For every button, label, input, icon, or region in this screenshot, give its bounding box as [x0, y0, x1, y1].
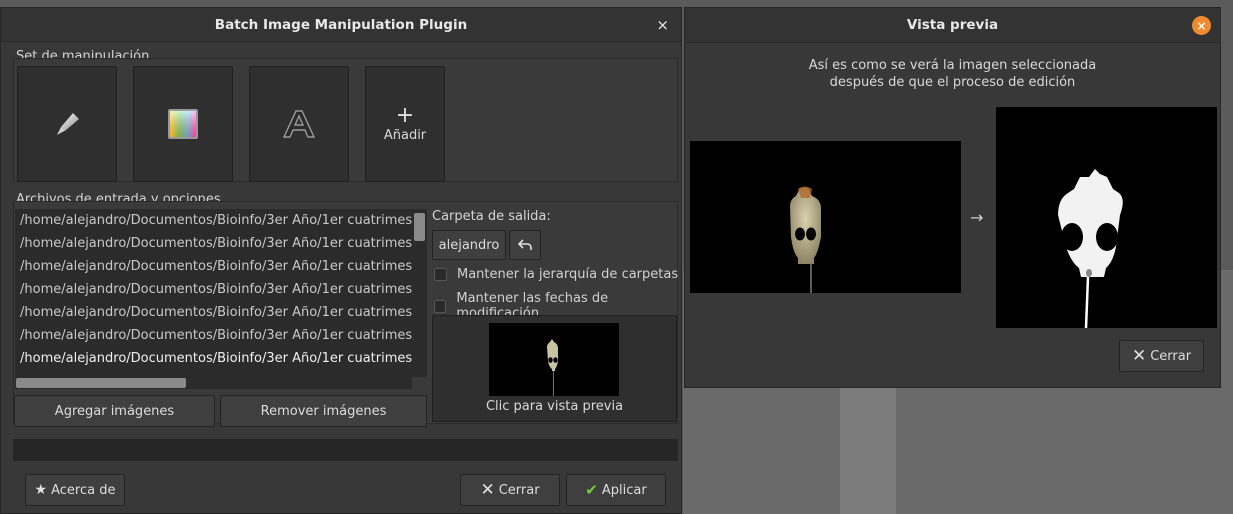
- preview-title: Vista previa: [906, 17, 999, 33]
- preview-hint-label: Clic para vista previa: [485, 399, 624, 414]
- add-manipulation-label: Añadir: [383, 127, 427, 143]
- about-button[interactable]: ★ Acerca de: [25, 474, 125, 506]
- dialog-title: Batch Image Manipulation Plugin: [214, 16, 468, 33]
- processed-image: [996, 107, 1217, 329]
- manipulation-resize-button[interactable]: [17, 66, 117, 182]
- checkbox-box[interactable]: [434, 299, 447, 313]
- file-list-item[interactable]: /home/alejandro/Documentos/Bioinfo/3er A…: [15, 255, 412, 278]
- bimp-dialog: Batch Image Manipulation Plugin × Set de…: [0, 7, 682, 514]
- output-folder-button[interactable]: alejandro: [432, 230, 506, 260]
- color-gradient-icon: [168, 109, 198, 139]
- preview-close-label: Cerrar: [1150, 348, 1192, 364]
- check-icon: ✔: [585, 481, 598, 499]
- close-icon[interactable]: ×: [1192, 16, 1211, 35]
- preview-window: Vista previa × Así es como se verá la im…: [684, 7, 1221, 388]
- plus-icon: +: [395, 102, 415, 128]
- manipulation-color-button[interactable]: [133, 66, 233, 182]
- undo-folder-button[interactable]: [509, 230, 541, 260]
- file-list-item[interactable]: /home/alejandro/Documentos/Bioinfo/3er A…: [15, 232, 412, 255]
- progress-bar: [13, 439, 678, 461]
- close-button[interactable]: ✕ Cerrar: [460, 474, 560, 506]
- close-icon: ✕: [1131, 346, 1147, 366]
- close-icon: ✕: [480, 480, 495, 500]
- manipulation-watermark-button[interactable]: [249, 66, 349, 182]
- preview-titlebar: Vista previa ×: [685, 8, 1220, 43]
- apply-button[interactable]: ✔ Aplicar: [566, 474, 666, 506]
- file-list-item[interactable]: /home/alejandro/Documentos/Bioinfo/3er A…: [15, 209, 412, 232]
- undo-icon: [518, 239, 532, 250]
- preview-description-line: Así es como se verá la imagen selecciona…: [808, 58, 1097, 73]
- close-icon[interactable]: ×: [656, 16, 669, 34]
- close-button-label: Cerrar: [498, 482, 540, 498]
- arrow-right-icon: →: [970, 208, 984, 227]
- keep-hierarchy-label: Mantener la jerarquía de carpetas: [457, 267, 679, 282]
- preview-close-button[interactable]: ✕ Cerrar: [1119, 340, 1204, 372]
- remove-images-button[interactable]: Remover imágenes: [220, 395, 427, 427]
- checkbox-box[interactable]: [434, 268, 447, 281]
- keep-hierarchy-checkbox[interactable]: Mantener la jerarquía de carpetas: [434, 267, 678, 282]
- file-list-item[interactable]: /home/alejandro/Documentos/Bioinfo/3er A…: [15, 301, 412, 324]
- add-manipulation-button[interactable]: + Añadir: [365, 66, 445, 182]
- file-list-item[interactable]: /home/alejandro/Documentos/Bioinfo/3er A…: [15, 278, 412, 301]
- file-list-horizontal-scrollbar[interactable]: [15, 377, 412, 389]
- file-list-vertical-scrollbar[interactable]: [412, 209, 427, 377]
- preview-thumbnail-button[interactable]: Clic para vista previa: [432, 315, 677, 422]
- text-watermark-icon: [282, 110, 316, 138]
- dialog-titlebar: Batch Image Manipulation Plugin ×: [1, 8, 681, 42]
- file-list-item-selected[interactable]: /home/alejandro/Documentos/Bioinfo/3er A…: [15, 347, 412, 370]
- about-button-label: Acerca de: [51, 482, 116, 498]
- add-images-button[interactable]: Agregar imágenes: [14, 395, 215, 427]
- original-image: [690, 141, 961, 293]
- file-list[interactable]: /home/alejandro/Documentos/Bioinfo/3er A…: [15, 209, 412, 377]
- scrollbar-thumb[interactable]: [16, 378, 186, 388]
- pen-nib-icon: [57, 113, 79, 135]
- preview-description-line: después de que el proceso de edición: [829, 75, 1076, 90]
- preview-thumbnail-image: [489, 323, 619, 396]
- output-folder-label: Carpeta de salida:: [432, 209, 551, 224]
- star-icon: ★: [34, 482, 48, 498]
- preview-description: Así es como se verá la imagen selecciona…: [685, 57, 1220, 91]
- scrollbar-thumb[interactable]: [414, 213, 425, 241]
- apply-button-label: Aplicar: [601, 482, 647, 498]
- file-list-item[interactable]: /home/alejandro/Documentos/Bioinfo/3er A…: [15, 324, 412, 347]
